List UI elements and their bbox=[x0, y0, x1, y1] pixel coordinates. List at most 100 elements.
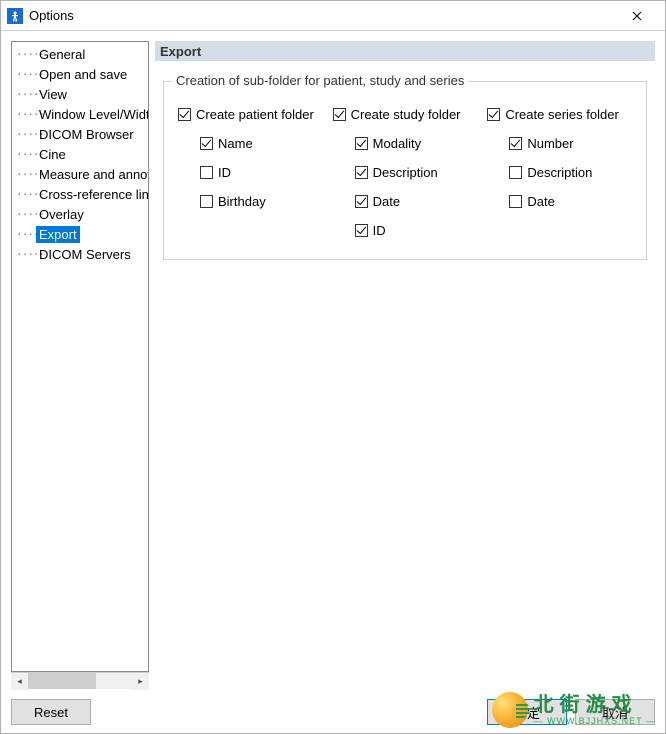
reset-button[interactable]: Reset bbox=[11, 699, 91, 725]
checkbox-icon[interactable] bbox=[355, 224, 368, 237]
category-tree-wrap: ·····General·····Open and save·····View·… bbox=[11, 41, 149, 689]
checkbox-icon[interactable] bbox=[200, 166, 213, 179]
option-column: Create study folder Modality Description Da… bbox=[333, 100, 478, 245]
tree-item-label: DICOM Servers bbox=[36, 246, 134, 263]
tree-item-label: Export bbox=[36, 226, 80, 243]
option-checkbox-id[interactable]: ID bbox=[178, 158, 323, 187]
tree-dotline: ····· bbox=[16, 128, 34, 141]
checkbox-label: Date bbox=[373, 194, 400, 209]
tree-item-export[interactable]: ·····Export bbox=[12, 224, 148, 244]
tree-dotline: ····· bbox=[16, 48, 34, 61]
option-checkbox-description[interactable]: Description bbox=[333, 158, 478, 187]
tree-item-label: Cine bbox=[36, 146, 69, 163]
cancel-button-label: 取消 bbox=[602, 703, 628, 722]
reset-button-label: Reset bbox=[34, 705, 68, 720]
tree-item-view[interactable]: ·····View bbox=[12, 84, 148, 104]
close-icon bbox=[632, 11, 642, 21]
tree-dotline: ····· bbox=[16, 228, 34, 241]
heading-checkbox-create-study-folder[interactable]: Create study folder bbox=[333, 100, 478, 129]
tree-dotline: ····· bbox=[16, 248, 34, 261]
checkbox-label: Create series folder bbox=[505, 107, 618, 122]
content-panel: Export Creation of sub-folder for patien… bbox=[155, 41, 655, 689]
page-title: Export bbox=[160, 44, 201, 59]
option-column: Create series folder Number Description Dat… bbox=[487, 100, 632, 245]
tree-item-label: Window Level/Width bbox=[36, 106, 149, 123]
tree-item-label: General bbox=[36, 46, 88, 63]
checkbox-icon[interactable] bbox=[200, 137, 213, 150]
scroll-right-button[interactable]: ▸ bbox=[132, 673, 149, 690]
option-column: Create patient folder Name ID Birthday bbox=[178, 100, 323, 245]
checkbox-icon[interactable] bbox=[333, 108, 346, 121]
cancel-button[interactable]: 取消 bbox=[575, 699, 655, 725]
scroll-thumb[interactable] bbox=[28, 673, 96, 689]
tree-dotline: ····· bbox=[16, 188, 34, 201]
checkbox-label: Number bbox=[527, 136, 573, 151]
checkbox-icon[interactable] bbox=[355, 195, 368, 208]
checkbox-label: Create patient folder bbox=[196, 107, 314, 122]
checkbox-label: Date bbox=[527, 194, 554, 209]
titlebar: Options bbox=[1, 1, 665, 31]
checkbox-label: Modality bbox=[373, 136, 421, 151]
option-checkbox-modality[interactable]: Modality bbox=[333, 129, 478, 158]
option-checkbox-date[interactable]: Date bbox=[487, 187, 632, 216]
subfolder-fieldset: Creation of sub-folder for patient, stud… bbox=[163, 81, 647, 260]
tree-dotline: ····· bbox=[16, 168, 34, 181]
tree-item-dicom-browser[interactable]: ·····DICOM Browser bbox=[12, 124, 148, 144]
horizontal-scrollbar[interactable]: ◂ ▸ bbox=[11, 672, 149, 689]
checkbox-label: ID bbox=[218, 165, 231, 180]
tree-item-label: DICOM Browser bbox=[36, 126, 137, 143]
checkbox-icon[interactable] bbox=[509, 195, 522, 208]
tree-item-label: View bbox=[36, 86, 70, 103]
option-checkbox-birthday[interactable]: Birthday bbox=[178, 187, 323, 216]
category-tree[interactable]: ·····General·····Open and save·····View·… bbox=[11, 41, 149, 672]
checkbox-icon[interactable] bbox=[509, 137, 522, 150]
tree-item-measure-and-annotation[interactable]: ·····Measure and annotation bbox=[12, 164, 148, 184]
tree-item-label: Open and save bbox=[36, 66, 130, 83]
checkbox-icon[interactable] bbox=[200, 195, 213, 208]
tree-item-window-level-width[interactable]: ·····Window Level/Width bbox=[12, 104, 148, 124]
tree-item-label: Overlay bbox=[36, 206, 87, 223]
option-checkbox-id[interactable]: ID bbox=[333, 216, 478, 245]
client-area: ·····General·····Open and save·····View·… bbox=[1, 31, 665, 733]
close-button[interactable] bbox=[617, 2, 657, 30]
option-checkbox-name[interactable]: Name bbox=[178, 129, 323, 158]
tree-dotline: ····· bbox=[16, 208, 34, 221]
option-checkbox-description[interactable]: Description bbox=[487, 158, 632, 187]
tree-item-overlay[interactable]: ·····Overlay bbox=[12, 204, 148, 224]
ok-button-label: 确定 bbox=[514, 703, 540, 722]
tree-item-open-and-save[interactable]: ·····Open and save bbox=[12, 64, 148, 84]
scroll-left-button[interactable]: ◂ bbox=[11, 673, 28, 690]
tree-item-cross-reference-line[interactable]: ·····Cross-reference line bbox=[12, 184, 148, 204]
checkbox-icon[interactable] bbox=[178, 108, 191, 121]
page-title-bar: Export bbox=[155, 41, 655, 61]
checkbox-label: Create study folder bbox=[351, 107, 461, 122]
scroll-track[interactable] bbox=[28, 673, 132, 689]
main-row: ·····General·····Open and save·····View·… bbox=[11, 41, 655, 689]
tree-item-label: Cross-reference line bbox=[36, 186, 149, 203]
page-body: Creation of sub-folder for patient, stud… bbox=[155, 61, 655, 689]
tree-dotline: ····· bbox=[16, 148, 34, 161]
tree-dotline: ····· bbox=[16, 68, 34, 81]
checkbox-icon[interactable] bbox=[355, 137, 368, 150]
app-icon bbox=[7, 8, 23, 24]
heading-checkbox-create-patient-folder[interactable]: Create patient folder bbox=[178, 100, 323, 129]
tree-item-label: Measure and annotation bbox=[36, 166, 149, 183]
checkbox-label: Birthday bbox=[218, 194, 266, 209]
heading-checkbox-create-series-folder[interactable]: Create series folder bbox=[487, 100, 632, 129]
checkbox-label: Description bbox=[373, 165, 438, 180]
tree-item-cine[interactable]: ·····Cine bbox=[12, 144, 148, 164]
window-title: Options bbox=[29, 8, 617, 23]
fieldset-legend: Creation of sub-folder for patient, stud… bbox=[172, 73, 468, 88]
checkbox-label: ID bbox=[373, 223, 386, 238]
checkbox-label: Name bbox=[218, 136, 253, 151]
checkbox-label: Description bbox=[527, 165, 592, 180]
option-checkbox-number[interactable]: Number bbox=[487, 129, 632, 158]
checkbox-icon[interactable] bbox=[487, 108, 500, 121]
checkbox-icon[interactable] bbox=[509, 166, 522, 179]
ok-button[interactable]: 确定 bbox=[487, 699, 567, 725]
option-checkbox-date[interactable]: Date bbox=[333, 187, 478, 216]
tree-dotline: ····· bbox=[16, 108, 34, 121]
tree-item-dicom-servers[interactable]: ·····DICOM Servers bbox=[12, 244, 148, 264]
checkbox-icon[interactable] bbox=[355, 166, 368, 179]
tree-item-general[interactable]: ·····General bbox=[12, 44, 148, 64]
